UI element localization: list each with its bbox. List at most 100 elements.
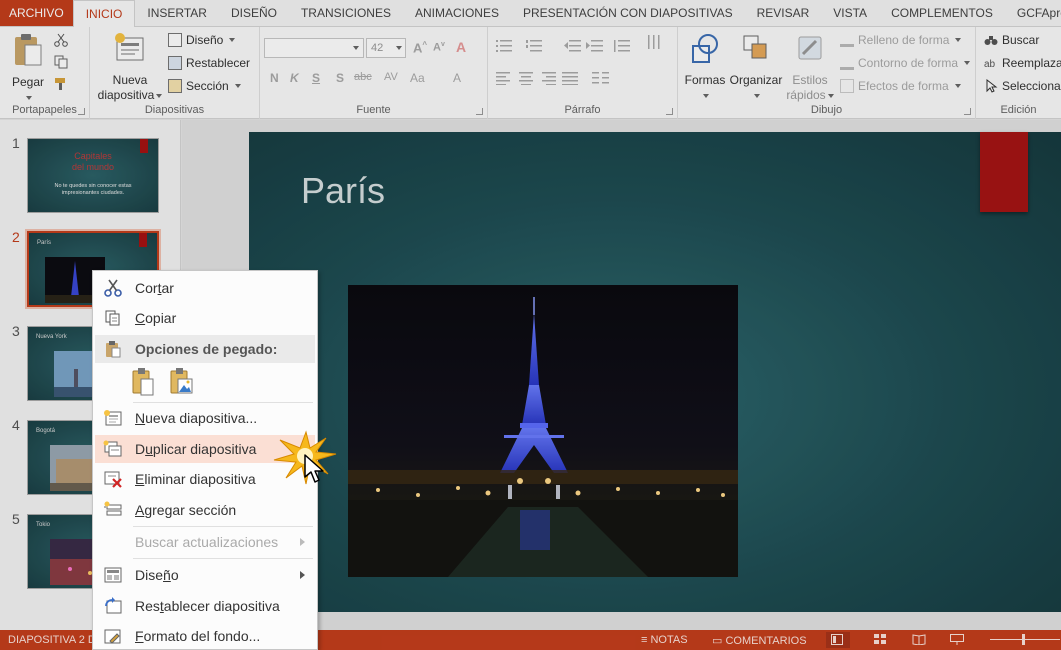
tab-revisar[interactable]: REVISAR [745, 0, 822, 26]
align-center-icon[interactable] [518, 71, 534, 85]
slide-sorter-button[interactable] [874, 634, 886, 648]
comments-button[interactable]: ▭ COMENTARIOS [712, 634, 807, 647]
svg-text:ab: ab [984, 59, 996, 70]
shapes-button[interactable]: Formas [684, 32, 726, 103]
select-label: Selecciona [1002, 79, 1061, 93]
find-button[interactable]: Buscar [984, 33, 1039, 47]
decrease-indent-icon[interactable] [564, 39, 582, 53]
tab-archivo[interactable]: ARCHIVO [0, 0, 73, 26]
tab-complementos[interactable]: COMPLEMENTOS [879, 0, 1005, 26]
notes-button[interactable]: ≡ NOTAS [641, 634, 688, 646]
paste-button[interactable]: Pegar [8, 32, 48, 105]
menu-item-diseno[interactable]: Diseño [95, 561, 315, 589]
menu-item-cortar[interactable]: Cortar [95, 274, 315, 302]
menu-item-buscar-actualizaciones: Buscar actualizaciones [95, 528, 315, 556]
quick-styles-button[interactable]: Estilos rápidos [786, 32, 834, 103]
tab-gcfaprendelibre[interactable]: GCFAprendeLi [1005, 0, 1061, 26]
shape-fill-button[interactable]: Relleno de forma [840, 33, 962, 47]
select-button[interactable]: Selecciona [984, 79, 1061, 93]
thumbnail-subtitle: No te quedes sin conocer estas impresion… [54, 183, 132, 196]
normal-view-button[interactable] [826, 632, 850, 648]
find-label: Buscar [1002, 33, 1040, 47]
chevron-down-icon [234, 84, 241, 88]
copy-icon[interactable] [54, 55, 68, 69]
eiffel-tower-image [348, 297, 738, 577]
font-color-button[interactable]: A [453, 71, 461, 85]
thumbnail-number: 3 [12, 323, 20, 339]
scissors-icon [95, 274, 131, 302]
shape-effects-button[interactable]: Efectos de forma [840, 79, 961, 93]
menu-item-copiar[interactable]: Copiar [95, 304, 315, 332]
tab-insertar[interactable]: INSERTAR [135, 0, 219, 26]
columns-icon[interactable] [592, 71, 610, 85]
font-name-combo[interactable] [264, 38, 364, 58]
tab-inicio[interactable]: INICIO [72, 0, 136, 28]
align-left-icon[interactable] [496, 71, 512, 85]
reading-view-button[interactable] [912, 634, 926, 648]
menu-item-agregar-seccion[interactable]: Agregar sección [95, 496, 315, 524]
bold-button[interactable]: N [270, 71, 279, 85]
chevron-down-icon [703, 93, 709, 98]
duplicate-slide-icon [95, 435, 131, 463]
font-size-combo[interactable]: 42 [366, 38, 406, 58]
section-icon [168, 79, 182, 93]
dialog-launcher-icon[interactable] [666, 108, 673, 115]
paste-as-picture-icon[interactable] [167, 367, 195, 397]
grow-font-icon[interactable]: A^ [413, 40, 427, 55]
section-button[interactable]: Sección [168, 79, 241, 93]
replace-button[interactable]: ab Reemplaza [984, 56, 1061, 70]
tab-presentacion[interactable]: PRESENTACIÓN CON DIAPOSITIVAS [511, 0, 745, 26]
shrink-font-icon[interactable]: Av [433, 41, 445, 54]
increase-indent-icon[interactable] [586, 39, 604, 53]
paste-options-header: Opciones de pegado: [95, 335, 315, 363]
menu-item-nueva-diapositiva[interactable]: Nueva diapositiva... [95, 404, 315, 432]
eiffel-tower-photo[interactable] [348, 285, 738, 577]
arrange-button[interactable]: Organizar [728, 32, 784, 103]
clear-format-icon[interactable]: A [456, 39, 466, 55]
text-direction-icon[interactable] [646, 35, 664, 51]
line-spacing-icon[interactable] [612, 39, 630, 53]
thumbnail-number: 2 [12, 229, 20, 245]
shadow-button[interactable]: S [336, 71, 344, 85]
tab-vista[interactable]: VISTA [821, 0, 879, 26]
numbering-icon[interactable] [526, 39, 546, 53]
tab-diseno[interactable]: DISEÑO [219, 0, 289, 26]
menu-item-formato-fondo[interactable]: Formato del fondo... [95, 622, 315, 650]
arrange-icon [743, 35, 767, 59]
chevron-down-icon [954, 84, 961, 88]
layout-button[interactable]: Diseño [168, 33, 236, 47]
bullets-icon[interactable] [496, 39, 516, 53]
zoom-slider-thumb[interactable] [1022, 634, 1025, 645]
format-painter-icon[interactable] [54, 77, 68, 91]
dialog-launcher-icon[interactable] [964, 108, 971, 115]
reset-icon [168, 56, 182, 70]
scissors-icon[interactable] [54, 33, 68, 47]
underline-button[interactable]: S [312, 71, 320, 85]
chevron-down-icon [26, 95, 32, 100]
shape-outline-button[interactable]: Contorno de forma [840, 56, 971, 70]
layout-icon [95, 561, 131, 589]
chevron-right-icon [300, 538, 305, 546]
new-slide-button[interactable]: Nueva diapositiva [96, 32, 164, 103]
dialog-launcher-icon[interactable] [476, 108, 483, 115]
dialog-launcher-icon[interactable] [78, 108, 85, 115]
char-spacing-button[interactable]: AV [384, 71, 398, 83]
comment-icon: ▭ [712, 635, 726, 647]
strikethrough-button[interactable]: abc [354, 71, 372, 83]
slideshow-button[interactable] [950, 634, 964, 648]
menu-item-restablecer-diapositiva[interactable]: Restablecer diapositiva [95, 592, 315, 620]
paste-keep-format-icon[interactable] [129, 367, 157, 397]
tab-transiciones[interactable]: TRANSICIONES [289, 0, 403, 26]
menu-separator [133, 558, 313, 559]
zoom-slider[interactable] [990, 639, 1060, 640]
slide-thumbnail-1[interactable]: Capitales del mundo No te quedes sin cono… [27, 138, 159, 213]
italic-button[interactable]: K [290, 71, 299, 85]
justify-icon[interactable] [562, 71, 578, 85]
tab-animaciones[interactable]: ANIMACIONES [403, 0, 511, 26]
align-right-icon[interactable] [540, 71, 556, 85]
cursor-icon [986, 79, 998, 93]
change-case-button[interactable]: Aa [410, 71, 425, 85]
reset-button[interactable]: Restablecer [168, 56, 250, 70]
replace-label: Reemplaza [1002, 56, 1061, 70]
slide-title[interactable]: París [301, 170, 385, 212]
